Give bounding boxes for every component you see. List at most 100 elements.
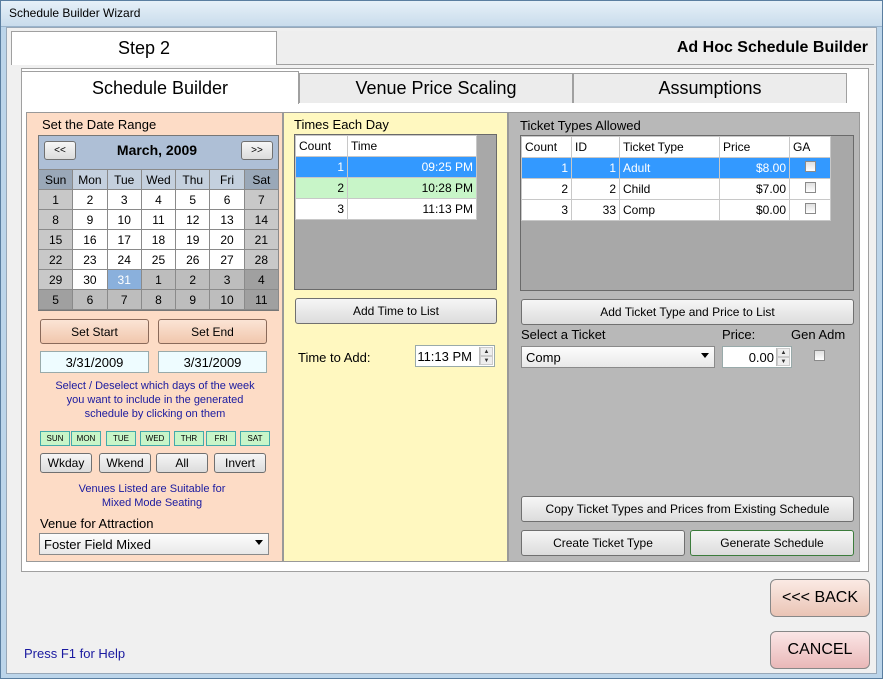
calendar-day[interactable]: 26: [175, 249, 211, 270]
column-header[interactable]: GA: [789, 136, 831, 158]
calendar-day[interactable]: 20: [209, 229, 245, 250]
column-header[interactable]: ID: [571, 136, 620, 158]
calendar-day[interactable]: 22: [37, 249, 74, 270]
gen-adm-checkbox[interactable]: [814, 350, 825, 361]
calendar-day[interactable]: 17: [106, 229, 142, 250]
add-time-button[interactable]: Add Time to List: [295, 298, 497, 324]
wkday-button[interactable]: Wkday: [40, 453, 92, 473]
calendar-day[interactable]: 2: [72, 189, 108, 210]
venue-dropdown[interactable]: Foster Field Mixed: [39, 533, 269, 555]
tab-schedule-builder[interactable]: Schedule Builder: [21, 71, 299, 104]
set-start-button[interactable]: Set Start: [40, 319, 149, 344]
table-row[interactable]: 1 1 Adult $8.00: [521, 157, 831, 179]
calendar-day[interactable]: 8: [37, 209, 74, 230]
column-header[interactable]: Count: [295, 135, 348, 157]
set-end-button[interactable]: Set End: [158, 319, 267, 344]
calendar-day[interactable]: 8: [140, 289, 177, 310]
calendar-day[interactable]: 1: [37, 189, 74, 210]
calendar-day[interactable]: 4: [140, 189, 177, 210]
calendar-day[interactable]: 9: [175, 289, 211, 310]
table-row[interactable]: 2 10:28 PM: [295, 177, 477, 199]
calendar-day[interactable]: 11: [243, 289, 280, 310]
table-row[interactable]: 1 09:25 PM: [295, 156, 477, 178]
ga-checkbox[interactable]: [804, 203, 816, 214]
calendar-day[interactable]: 18: [140, 229, 177, 250]
spin-down-icon[interactable]: ▼: [480, 356, 493, 365]
calendar-day[interactable]: 25: [140, 249, 177, 270]
table-row[interactable]: 2 2 Child $7.00: [521, 178, 831, 200]
column-header[interactable]: Count: [521, 136, 572, 158]
create-ticket-type-button[interactable]: Create Ticket Type: [521, 530, 685, 556]
calendar-day[interactable]: 19: [175, 229, 211, 250]
price-spinner[interactable]: ▲ ▼: [776, 348, 790, 366]
calendar-day[interactable]: 15: [37, 229, 74, 250]
tab-assumptions[interactable]: Assumptions: [573, 73, 847, 103]
generate-schedule-button[interactable]: Generate Schedule: [690, 530, 854, 556]
calendar-day[interactable]: 2: [175, 269, 211, 290]
wkend-button[interactable]: Wkend: [99, 453, 151, 473]
end-date-field[interactable]: 3/31/2009: [158, 351, 267, 373]
price-field[interactable]: 0.00 ▲ ▼: [722, 346, 792, 368]
calendar-day[interactable]: 16: [72, 229, 108, 250]
calendar-day[interactable]: 28: [243, 249, 280, 270]
day-toggle-fri[interactable]: FRI: [206, 431, 236, 446]
ga-checkbox[interactable]: [804, 182, 816, 193]
day-toggle-thr[interactable]: THR: [174, 431, 204, 446]
subtitle: Ad Hoc Schedule Builder: [676, 38, 868, 56]
column-header[interactable]: Price: [719, 136, 790, 158]
calendar-day[interactable]: 24: [106, 249, 142, 270]
add-ticket-button[interactable]: Add Ticket Type and Price to List: [521, 299, 854, 325]
invert-button[interactable]: Invert: [214, 453, 266, 473]
calendar-day[interactable]: 21: [243, 229, 280, 250]
ga-checkbox[interactable]: [804, 161, 816, 172]
title-bar[interactable]: Schedule Builder Wizard: [1, 1, 882, 27]
column-header[interactable]: Time: [347, 135, 477, 157]
calendar-day[interactable]: 5: [37, 289, 74, 310]
calendar-day[interactable]: 7: [243, 189, 280, 210]
calendar-day[interactable]: 10: [106, 209, 142, 230]
day-toggle-wed[interactable]: WED: [140, 431, 170, 446]
calendar-day[interactable]: 11: [140, 209, 177, 230]
times-grid[interactable]: Count Time 1 09:25 PM 2 10:28 PM 3 11:13…: [294, 134, 497, 290]
back-button[interactable]: <<< BACK: [770, 579, 870, 617]
prev-month-button[interactable]: <<: [44, 141, 76, 160]
calendar-day[interactable]: 6: [209, 189, 245, 210]
copy-ticket-types-button[interactable]: Copy Ticket Types and Prices from Existi…: [521, 496, 854, 522]
calendar-day[interactable]: 6: [72, 289, 108, 310]
calendar-day[interactable]: 12: [175, 209, 211, 230]
day-toggle-sat[interactable]: SAT: [240, 431, 270, 446]
calendar-day[interactable]: 3: [209, 269, 245, 290]
day-toggle-sun[interactable]: SUN: [40, 431, 70, 446]
table-row[interactable]: 3 33 Comp $0.00: [521, 199, 831, 221]
day-toggle-tue[interactable]: TUE: [106, 431, 136, 446]
calendar-day[interactable]: 10: [209, 289, 245, 310]
calendar-day[interactable]: 14: [243, 209, 280, 230]
all-button[interactable]: All: [156, 453, 208, 473]
calendar-day[interactable]: 4: [243, 269, 280, 290]
calendar-day[interactable]: 27: [209, 249, 245, 270]
day-toggle-mon[interactable]: MON: [71, 431, 101, 446]
start-date-field[interactable]: 3/31/2009: [40, 351, 149, 373]
time-spinner[interactable]: ▲ ▼: [479, 347, 493, 365]
spin-up-icon[interactable]: ▲: [777, 348, 790, 357]
tickets-grid[interactable]: Count ID Ticket Type Price GA 1 1 Adult …: [520, 135, 854, 291]
table-row[interactable]: 3 11:13 PM: [295, 198, 477, 220]
spin-up-icon[interactable]: ▲: [480, 347, 493, 356]
calendar-day[interactable]: 5: [175, 189, 211, 210]
calendar-day[interactable]: 9: [72, 209, 108, 230]
calendar-day[interactable]: 7: [106, 289, 142, 310]
time-to-add-field[interactable]: 11:13 PM ▲ ▼: [415, 345, 495, 367]
calendar-day[interactable]: 1: [140, 269, 177, 290]
calendar-day[interactable]: 30: [72, 269, 108, 290]
column-header[interactable]: Ticket Type: [619, 136, 720, 158]
ticket-dropdown[interactable]: Comp: [521, 346, 715, 368]
next-month-button[interactable]: >>: [241, 141, 273, 160]
calendar-day[interactable]: 31: [106, 269, 142, 290]
tab-venue-price-scaling[interactable]: Venue Price Scaling: [299, 73, 573, 103]
cancel-button[interactable]: CANCEL: [770, 631, 870, 669]
calendar-day[interactable]: 13: [209, 209, 245, 230]
calendar-day[interactable]: 23: [72, 249, 108, 270]
calendar-day[interactable]: 3: [106, 189, 142, 210]
calendar-day[interactable]: 29: [37, 269, 74, 290]
spin-down-icon[interactable]: ▼: [777, 357, 790, 366]
